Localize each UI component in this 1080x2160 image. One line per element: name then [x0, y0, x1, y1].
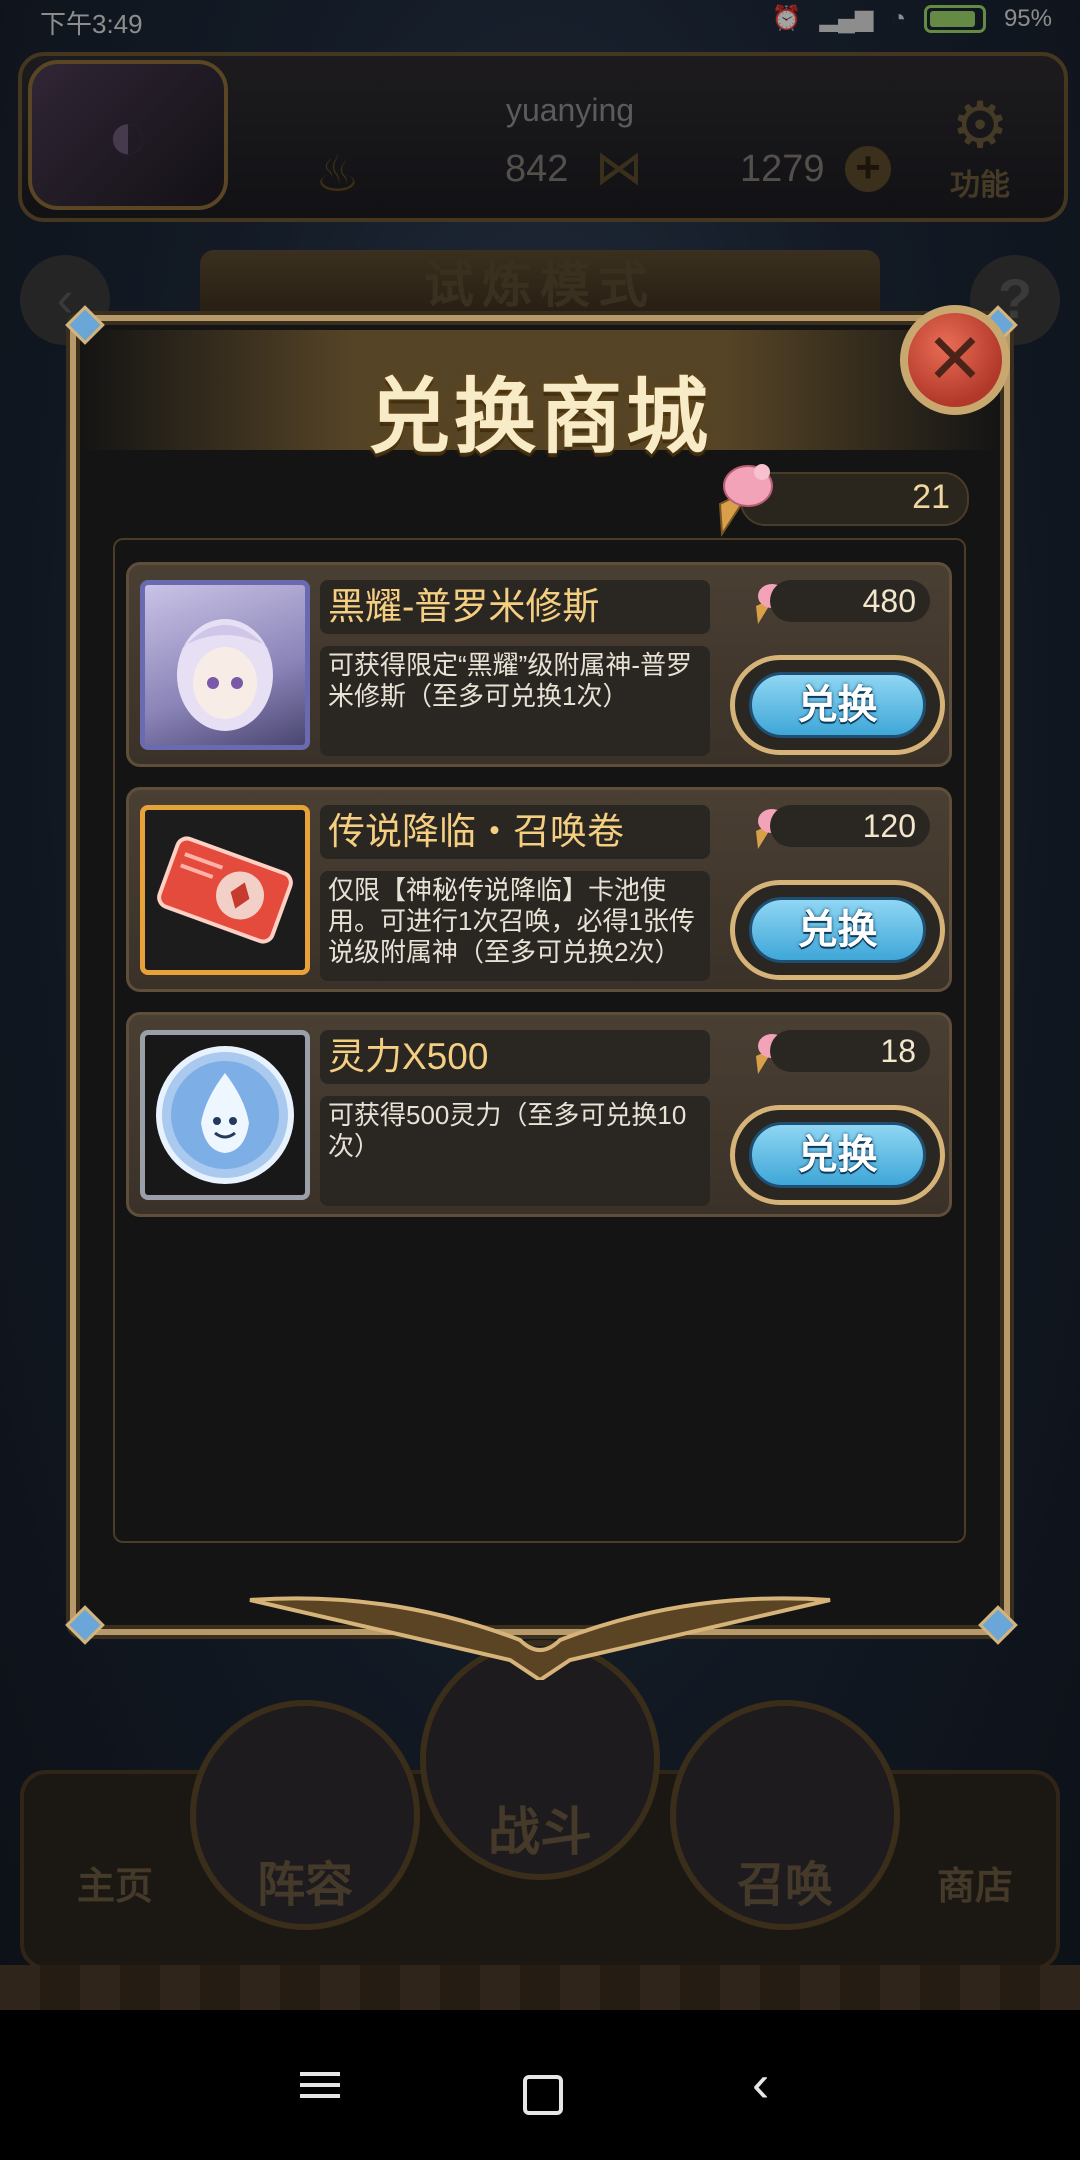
character-portrait-icon — [177, 619, 273, 731]
close-button[interactable]: ✕ — [900, 305, 1010, 415]
item-price: 480 — [770, 580, 930, 622]
exchange-button-label: 兑换 — [749, 1122, 926, 1188]
modal-title: 兑换商城 — [367, 372, 712, 463]
exchange-button[interactable]: 兑换 — [730, 1105, 945, 1205]
back-nav-button[interactable]: ‹ — [752, 2058, 769, 2110]
close-icon: ✕ — [925, 320, 985, 398]
home-button[interactable] — [523, 2075, 563, 2115]
ice-cream-cone-icon — [718, 464, 773, 538]
item-description: 可获得限定“黑耀”级附属神-普罗米修斯（至多可兑换1次） — [320, 646, 710, 756]
item-description: 仅限【神秘传说降临】卡池使用。可进行1次召唤，必得1张传说级附属神（至多可兑换2… — [320, 871, 710, 981]
item-name: 灵力X500 — [320, 1030, 710, 1084]
exchange-button[interactable]: 兑换 — [730, 655, 945, 755]
item-thumbnail-prometheus — [140, 580, 310, 750]
exchange-button-label: 兑换 — [749, 897, 926, 963]
recent-apps-button[interactable] — [300, 2065, 340, 2105]
item-price: 120 — [770, 805, 930, 847]
bottom-ornament — [249, 1596, 831, 1680]
item-name: 黑耀-普罗米修斯 — [320, 580, 710, 634]
spirit-coin-icon — [156, 1046, 294, 1184]
summon-ticket-icon — [157, 836, 293, 944]
item-name: 传说降临・召唤卷 — [320, 805, 710, 859]
exchange-button-label: 兑换 — [749, 672, 926, 738]
item-thumbnail-summon-scroll — [140, 805, 310, 975]
exchange-button[interactable]: 兑换 — [730, 880, 945, 980]
item-thumbnail-spirit-power — [140, 1030, 310, 1200]
item-description: 可获得500灵力（至多可兑换10次） — [320, 1096, 710, 1206]
item-price: 18 — [770, 1030, 930, 1072]
